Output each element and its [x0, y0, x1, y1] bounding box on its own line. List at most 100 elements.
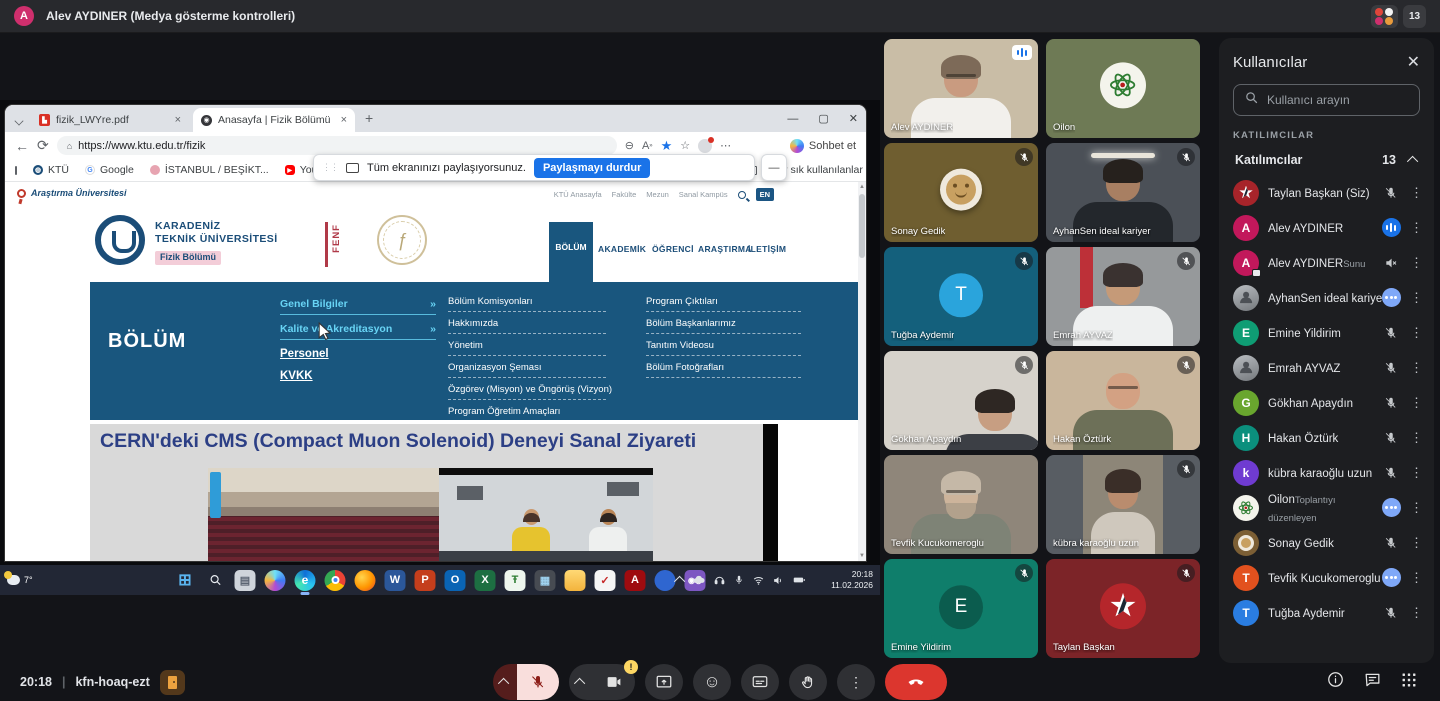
meeting-room-icon[interactable] [160, 670, 185, 695]
bookmark-item[interactable]: İSTANBUL / BEŞİKT... [150, 164, 269, 176]
participant-menu-button[interactable]: ⋮ [1410, 605, 1420, 621]
video-tile[interactable]: Alev AYDINER [884, 39, 1038, 138]
site-quick-link[interactable]: Sanal Kampüs [679, 190, 728, 199]
nav-item[interactable]: ARAŞTIRMA [698, 244, 752, 254]
mega-menu-link[interactable]: Program Çıktıları [646, 296, 801, 312]
mega-menu-link[interactable]: Tanıtım Videosu [646, 340, 801, 356]
minimize-button[interactable]: — [787, 113, 798, 125]
video-tile[interactable]: AyhanSen ideal kariyer [1046, 143, 1200, 242]
nav-item[interactable]: İLETİŞİM [748, 244, 786, 254]
participant-menu-button[interactable]: ⋮ [1410, 290, 1420, 306]
share-bar-minimize-button[interactable]: — [761, 154, 787, 181]
drag-handle[interactable]: ⋮⋮ [322, 162, 338, 173]
participant-menu-button[interactable]: ⋮ [1410, 430, 1420, 446]
banner-slide[interactable]: CERN'deki CMS (Compact Muon Solenoid) De… [90, 424, 763, 561]
camera-button[interactable]: ! [593, 664, 635, 700]
mega-menu-bold-link[interactable]: Personel [280, 348, 436, 360]
site-quick-link[interactable]: KTÜ Anasayfa [554, 190, 602, 199]
more-menu-icon[interactable]: ⋯ [720, 139, 731, 152]
taskbar-icon-excel[interactable]: X [475, 570, 496, 591]
mega-menu-link[interactable]: Yönetim [448, 340, 606, 356]
tab-close-icon[interactable]: × [341, 114, 347, 126]
nav-item[interactable]: AKADEMİK [598, 244, 646, 254]
chevron-up-icon[interactable] [677, 576, 685, 584]
taskbar-icon-skype[interactable] [655, 570, 676, 591]
video-tile[interactable]: Tevfik Kucukomeroglu [884, 455, 1038, 554]
taskbar-icon-start[interactable]: ⊞ [175, 570, 196, 591]
read-aloud-icon[interactable]: A» [642, 140, 653, 152]
mega-menu-bold-link[interactable]: KVKK [280, 370, 436, 382]
mega-menu-link[interactable]: Bölüm Başkanlarımız [646, 318, 801, 334]
reload-button[interactable]: ⟳ [37, 137, 49, 154]
taskbar-icon-edge[interactable]: e [295, 570, 316, 591]
video-tile[interactable]: Hakan Öztürk [1046, 351, 1200, 450]
taskbar-icon-search[interactable] [205, 570, 226, 591]
taskbar-icon-outlook[interactable]: O [445, 570, 466, 591]
chat-icon[interactable] [1363, 670, 1382, 694]
site-quick-link[interactable]: Fakülte [612, 190, 637, 199]
scrollbar-thumb[interactable] [859, 194, 865, 258]
mega-menu-link[interactable]: Organizasyon Şeması [448, 362, 606, 378]
site-search-icon[interactable] [738, 191, 746, 199]
profile-avatar[interactable] [698, 139, 712, 153]
apps-grid-icon[interactable] [1400, 671, 1418, 694]
video-tile[interactable]: Emrah AYVAZ [1046, 247, 1200, 346]
taskbar-icon-copilot[interactable] [265, 570, 286, 591]
mega-menu-featured-link[interactable]: Kalite ve Akreditasyon» [280, 323, 436, 340]
taskbar-icon-checkmark-app[interactable]: ✓ [595, 570, 616, 591]
taskbar-icon-firefox[interactable] [355, 570, 376, 591]
wifi-icon[interactable] [752, 574, 765, 587]
taskbar-icon-acrobat[interactable]: A [625, 570, 646, 591]
stop-sharing-button[interactable]: Paylaşmayı durdur [534, 158, 650, 178]
nav-item-bolum-active[interactable]: BÖLÜM [549, 222, 593, 282]
page-scrollbar[interactable]: ▲ ▼ [858, 182, 866, 561]
taskbar-icon-texstudio[interactable]: Ŧ [505, 570, 526, 591]
meeting-info-icon[interactable] [1326, 670, 1345, 694]
volume-icon[interactable] [772, 574, 785, 587]
video-tile[interactable]: EEmine Yildirim [884, 559, 1038, 658]
mic-mute-button[interactable] [517, 664, 559, 700]
favorite-filled-icon[interactable]: ★ [661, 138, 673, 154]
close-button[interactable]: ✕ [849, 112, 858, 125]
taskbar-icon-widgets[interactable]: ▤ [235, 570, 256, 591]
mic-icon[interactable] [733, 574, 745, 586]
browser-tab-pdf[interactable]: ▙ fizik_LWYre.pdf × [31, 108, 189, 132]
site-quick-link[interactable]: Mezun [646, 190, 669, 199]
participant-menu-button[interactable]: ⋮ [1410, 570, 1420, 586]
mega-menu-link[interactable]: Bölüm Komisyonları [448, 296, 606, 312]
collections-icon[interactable]: ☆ [680, 139, 690, 152]
raise-hand-button[interactable] [789, 664, 827, 700]
camera-options-chevron[interactable] [569, 664, 593, 700]
taskbar-icon-apps-grid[interactable]: ▦ [535, 570, 556, 591]
mega-menu-featured-link[interactable]: Genel Bilgiler» [280, 298, 436, 315]
language-toggle[interactable]: EN [756, 188, 774, 201]
mega-menu-link[interactable]: Özgörev (Misyon) ve Öngörüş (Vizyon) [448, 384, 606, 400]
participant-menu-button[interactable]: ⋮ [1410, 360, 1420, 376]
mega-menu-link[interactable]: Program Öğretim Amaçları [448, 406, 606, 422]
nav-item[interactable]: ÖĞRENCİ [652, 244, 694, 254]
more-options-button[interactable]: ⋮ [837, 664, 875, 700]
participant-menu-button[interactable]: ⋮ [1410, 255, 1420, 271]
video-tile[interactable]: Oilon [1046, 39, 1200, 138]
mega-menu-link[interactable]: Hakkımızda [448, 318, 606, 334]
video-tile[interactable]: kübra karaoğlu uzun [1046, 455, 1200, 554]
video-tile[interactable]: Gökhan Apaydın [884, 351, 1038, 450]
present-screen-button[interactable] [645, 664, 683, 700]
video-tile[interactable]: TTuğba Aydemir [884, 247, 1038, 346]
participant-search[interactable] [1233, 84, 1420, 116]
participants-group-header[interactable]: Katılımcılar 13 [1233, 149, 1420, 171]
end-call-button[interactable] [885, 664, 947, 700]
reactions-button[interactable]: ☺ [693, 664, 731, 700]
copilot-button[interactable]: Sohbet et [790, 139, 856, 153]
taskbar-icon-powerpoint[interactable]: P [415, 570, 436, 591]
participant-menu-button[interactable]: ⋮ [1410, 465, 1420, 481]
participant-menu-button[interactable]: ⋮ [1410, 220, 1420, 236]
video-tile[interactable]: Sonay Gedik [884, 143, 1038, 242]
participant-menu-button[interactable]: ⋮ [1410, 535, 1420, 551]
bookmark-item[interactable]: ◍KTÜ [33, 164, 69, 176]
headset-icon[interactable] [713, 574, 726, 587]
keyboard-icon[interactable] [15, 166, 17, 175]
participant-count-chip[interactable]: 13 [1403, 5, 1426, 28]
video-tile[interactable]: Taylan Başkan [1046, 559, 1200, 658]
university-logo[interactable] [95, 215, 145, 265]
